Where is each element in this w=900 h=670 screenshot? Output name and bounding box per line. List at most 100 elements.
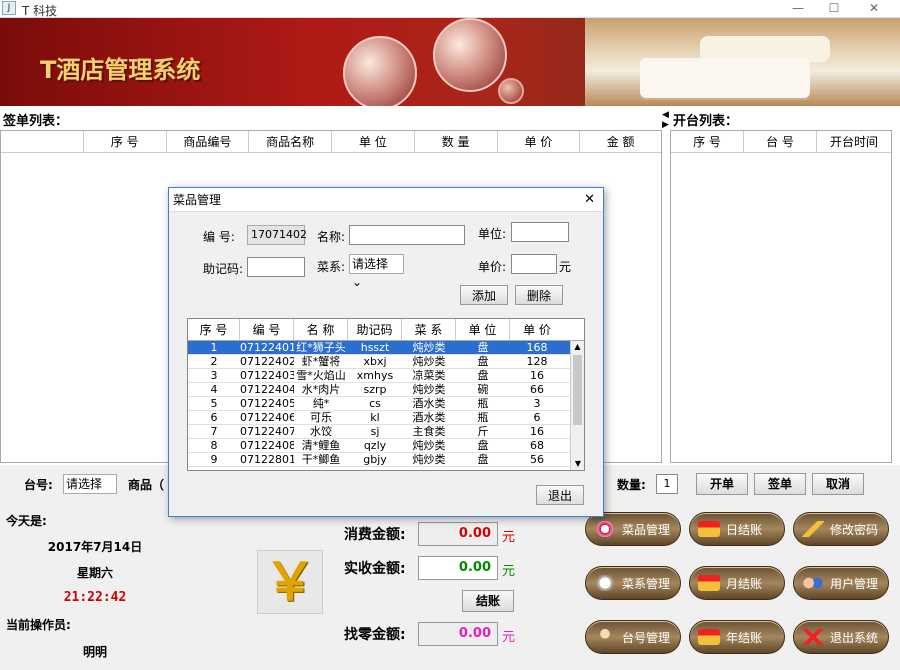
category-management-button[interactable]: 菜系管理 bbox=[585, 566, 681, 600]
received-amount-input[interactable]: 0.00 bbox=[418, 556, 498, 580]
table-select[interactable]: 请选择 ⌄ bbox=[63, 474, 117, 509]
table-cell: 干*鲫鱼 bbox=[301, 453, 341, 466]
dish-management-dialog[interactable]: 菜品管理 ✕ 编 号: 17071402 名称: 单位: 助记码: 菜系: 请选… bbox=[168, 187, 604, 517]
table-row[interactable]: 3 07122403 雪*火焰山 xmhys 凉菜类 盘 16 bbox=[188, 369, 584, 383]
exit-system-button[interactable]: 退出系统 bbox=[793, 620, 889, 654]
quantity-input[interactable]: 1 bbox=[656, 474, 678, 494]
table-cell: 盘 bbox=[477, 355, 489, 368]
scroll-down-icon[interactable]: ▼ bbox=[571, 458, 584, 470]
name-input[interactable] bbox=[349, 225, 465, 245]
weekday-text: 星期六 bbox=[76, 566, 113, 580]
price-input[interactable] bbox=[511, 254, 557, 274]
table-cell: xmhys bbox=[356, 369, 394, 382]
column-header: 助记码 bbox=[348, 319, 402, 340]
received-label: 实收金额: bbox=[344, 561, 406, 577]
table-cell: 16 bbox=[530, 425, 544, 438]
table-cell: qzly bbox=[363, 439, 387, 452]
column-header: 序 号 bbox=[188, 319, 240, 340]
column-header: 数 量 bbox=[415, 131, 498, 152]
table-cell: 瓶 bbox=[477, 411, 489, 424]
table-row[interactable]: 9 07122801 干*鲫鱼 gbjy 炖炒类 盘 56 bbox=[188, 453, 584, 467]
table-cell: gbjy bbox=[363, 453, 387, 466]
table-row[interactable]: 5 07122405 纯* cs 酒水类 瓶 3 bbox=[188, 397, 584, 411]
splitter-arrows-icon[interactable]: ◀ ▶ bbox=[662, 110, 670, 130]
user-management-button[interactable]: 用户管理 bbox=[793, 566, 889, 600]
column-header: 序 号 bbox=[84, 131, 167, 152]
settle-button[interactable]: 结账 bbox=[462, 590, 514, 612]
minimize-button[interactable]: — bbox=[780, 0, 816, 18]
bed-image bbox=[640, 58, 810, 98]
table-cell: 07122407 bbox=[240, 425, 294, 438]
sign-list-label: 签单列表： bbox=[3, 114, 69, 129]
yearly-icon bbox=[698, 629, 720, 645]
table-cell: 水*肉片 bbox=[301, 383, 341, 396]
column-header: 序 号 bbox=[671, 131, 744, 152]
table-cell: hsszt bbox=[360, 341, 390, 354]
table-cell: 炖炒类 bbox=[412, 355, 446, 368]
table-row[interactable]: 7 07122407 水饺 sj 主食类 斤 16 bbox=[188, 425, 584, 439]
sign-order-button[interactable]: 签单 bbox=[754, 473, 806, 495]
table-row[interactable]: 4 07122404 水*肉片 szrp 炖炒类 碗 66 bbox=[188, 383, 584, 397]
column-header: 商品编号 bbox=[167, 131, 250, 152]
mnemonic-input[interactable] bbox=[247, 257, 305, 277]
table-cell: 红*狮子头 bbox=[296, 341, 346, 354]
dialog-close-button[interactable]: ✕ bbox=[584, 188, 595, 212]
dish-management-button[interactable]: 菜品管理 bbox=[585, 512, 681, 546]
open-list-table[interactable]: 序 号 台 号 开台时间 bbox=[670, 130, 892, 463]
scroll-thumb[interactable] bbox=[573, 355, 582, 425]
table-cell: 酒水类 bbox=[412, 397, 446, 410]
table-cell: 3 bbox=[210, 369, 218, 382]
table-cell: 斤 bbox=[477, 425, 489, 438]
date-text: 2017年7月14日 bbox=[47, 540, 143, 554]
table-row[interactable]: 1 07122401 红*狮子头 hsszt 炖炒类 盘 168 bbox=[188, 341, 584, 355]
close-button[interactable]: ✕ bbox=[856, 0, 892, 18]
clock-text: 21:22:42 bbox=[63, 590, 127, 605]
delete-button[interactable]: 删除 bbox=[515, 285, 563, 305]
table-cell: 4 bbox=[210, 383, 218, 396]
table-cell: 主食类 bbox=[412, 425, 446, 438]
column-header: 单 价 bbox=[498, 131, 581, 152]
change-amount: 0.00 bbox=[418, 622, 498, 646]
bottom-panel: 今天是: 2017年7月14日 星期六 21:22:42 当前操作员: 明明 ￥… bbox=[0, 500, 900, 670]
table-cell: 可乐 bbox=[310, 411, 332, 424]
add-button[interactable]: 添加 bbox=[460, 285, 508, 305]
category-label: 菜系: bbox=[317, 260, 346, 274]
dish-icon bbox=[594, 521, 616, 537]
column-header bbox=[1, 131, 84, 152]
table-row[interactable]: 2 07122402 虾*蟹将 xbxj 炖炒类 盘 128 bbox=[188, 355, 584, 369]
dialog-titlebar: 菜品管理 ✕ bbox=[169, 188, 603, 212]
table-cell: 雪*火焰山 bbox=[296, 369, 346, 382]
change-password-button[interactable]: 修改密码 bbox=[793, 512, 889, 546]
category-icon bbox=[594, 575, 616, 591]
table-cell: 炖炒类 bbox=[412, 341, 446, 354]
cancel-order-button[interactable]: 取消 bbox=[812, 473, 864, 495]
table-cell: 07122801 bbox=[240, 453, 294, 466]
daily-settlement-button[interactable]: 日结账 bbox=[689, 512, 785, 546]
dish-table[interactable]: 序 号 编 号 名 称 助记码 菜 系 单 位 单 价 1 07122401 红*狮… bbox=[187, 318, 585, 471]
open-order-button[interactable]: 开单 bbox=[696, 473, 748, 495]
unit-input[interactable] bbox=[511, 222, 569, 242]
scroll-up-icon[interactable]: ▲ bbox=[571, 341, 584, 353]
dining-icon bbox=[343, 36, 417, 106]
mnemonic-label: 助记码: bbox=[203, 262, 244, 276]
received-unit: 元 bbox=[502, 564, 516, 579]
maximize-button[interactable]: ☐ bbox=[816, 0, 852, 18]
table-icon bbox=[594, 629, 616, 645]
exit-button[interactable]: 退出 bbox=[536, 485, 584, 505]
table-cell: 盘 bbox=[477, 341, 489, 354]
table-select-value: 请选择 bbox=[66, 477, 103, 491]
app-logo: T酒店管理系统 bbox=[40, 56, 201, 84]
monthly-settlement-button[interactable]: 月结账 bbox=[689, 566, 785, 600]
table-management-button[interactable]: 台号管理 bbox=[585, 620, 681, 654]
yearly-settlement-button[interactable]: 年结账 bbox=[689, 620, 785, 654]
bubble-icon bbox=[498, 78, 524, 104]
table-cell: 炖炒类 bbox=[412, 453, 446, 466]
column-header: 编 号 bbox=[240, 319, 294, 340]
table-row[interactable]: 6 07122406 可乐 kl 酒水类 瓶 6 bbox=[188, 411, 584, 425]
table-row[interactable]: 8 07122408 清*鲤鱼 qzly 炖炒类 盘 68 bbox=[188, 439, 584, 453]
vertical-scrollbar[interactable]: ▲ ▼ bbox=[570, 341, 584, 470]
column-header: 单 位 bbox=[332, 131, 415, 152]
table-cell: 128 bbox=[526, 355, 548, 368]
category-select[interactable]: 请选择 ⌄ bbox=[349, 254, 404, 289]
table-cell: 07122404 bbox=[240, 383, 294, 396]
